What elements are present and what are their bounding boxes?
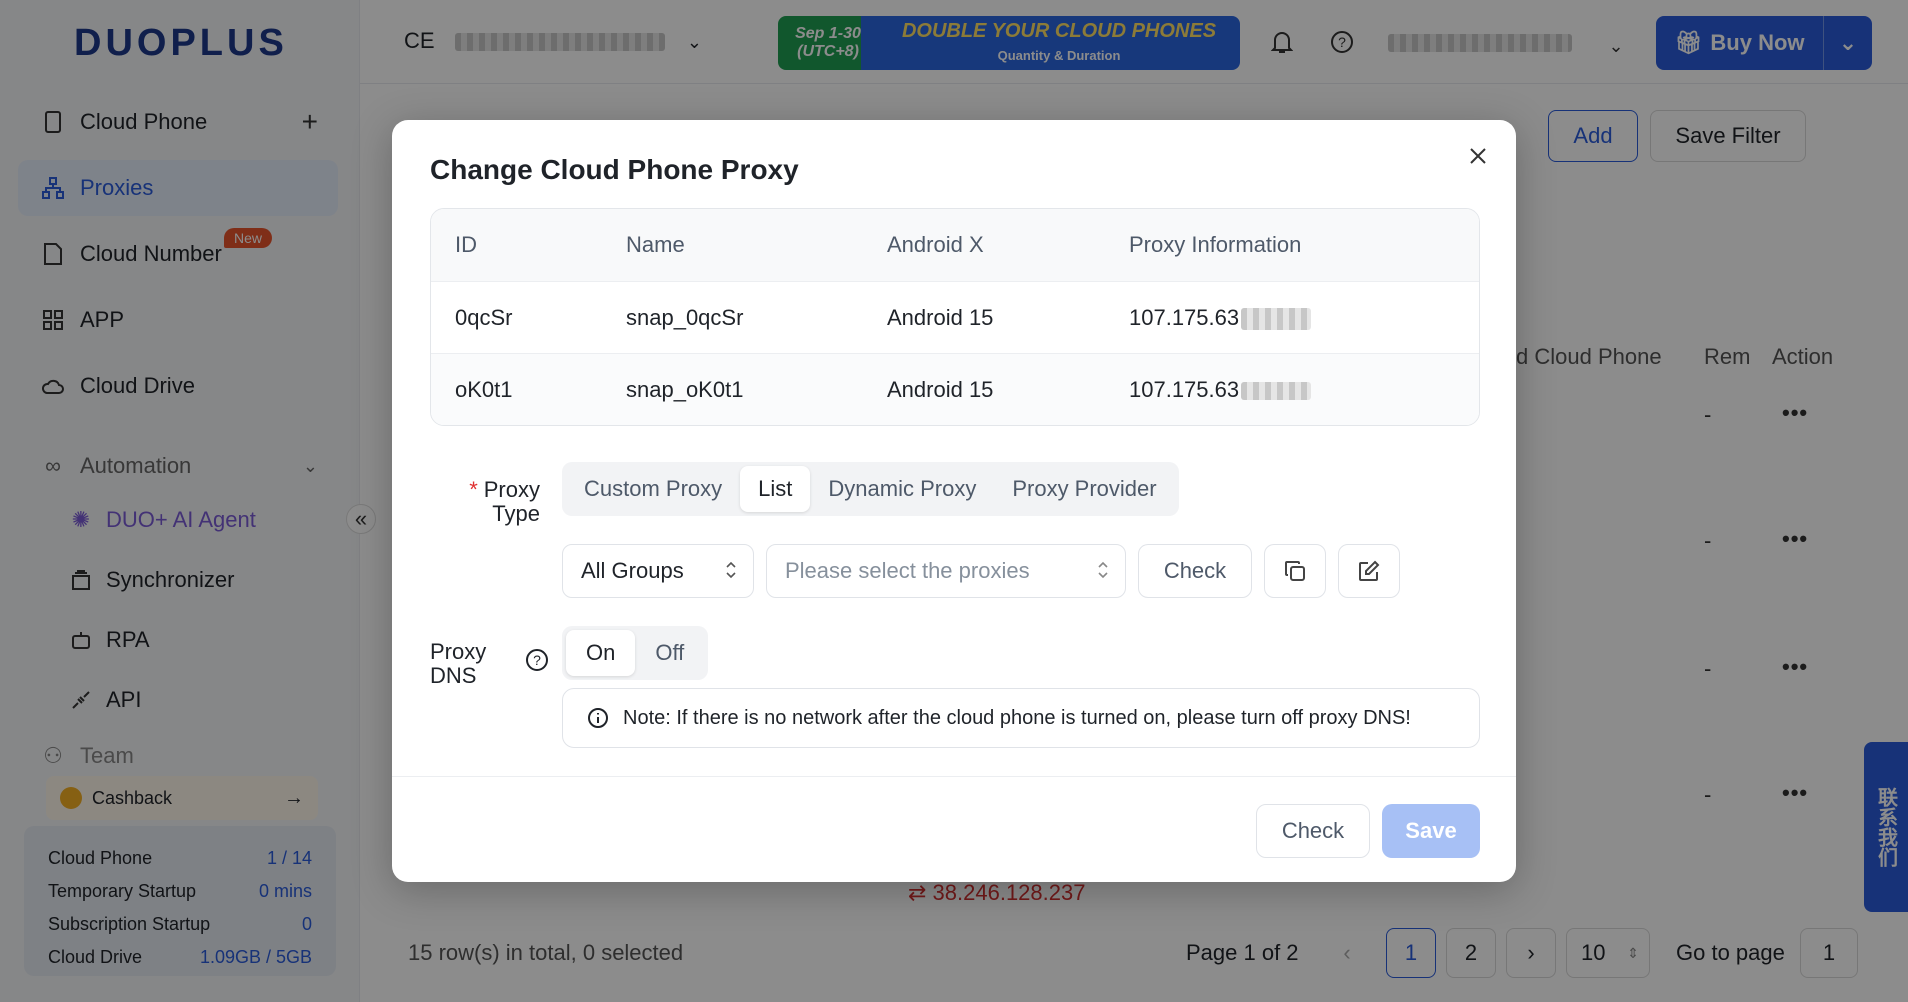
proxy-type-provider[interactable]: Proxy Provider — [994, 466, 1174, 512]
cell-android: Android 15 — [887, 376, 994, 402]
proxy-dns-toggle: On Off — [562, 626, 709, 680]
proxy-type-dynamic[interactable]: Dynamic Proxy — [810, 466, 994, 512]
proxy-type-custom[interactable]: Custom Proxy — [566, 466, 740, 512]
column-header-id: ID — [455, 232, 477, 257]
copy-icon[interactable] — [1264, 544, 1326, 598]
cell-proxy: 107.175.63 — [1129, 376, 1312, 403]
dns-note: Note: If there is no network after the c… — [562, 688, 1480, 748]
proxy-ip-redacted — [1241, 307, 1312, 330]
proxy-type-label: * Proxy Type — [452, 478, 540, 526]
up-down-icon — [725, 560, 737, 586]
label-line: Proxy — [483, 477, 540, 502]
column-header-proxy-info: Proxy Information — [1129, 232, 1302, 257]
proxy-select[interactable]: Please select the proxies — [766, 544, 1126, 598]
proxy-ip-prefix: 107.175.63 — [1129, 304, 1240, 330]
svg-text:?: ? — [533, 652, 541, 668]
proxy-ip-redacted — [1241, 381, 1312, 400]
check-label: Check — [1163, 558, 1227, 583]
column-header-android: Android X — [887, 232, 984, 257]
label-line: DNS — [430, 663, 477, 688]
cell-android: Android 15 — [887, 304, 994, 330]
footer-check-label: Check — [1281, 818, 1345, 843]
proxy-ip-prefix: 107.175.63 — [1129, 376, 1240, 402]
label-line: Proxy — [430, 639, 487, 664]
close-icon[interactable] — [1460, 138, 1496, 174]
up-down-icon — [1097, 560, 1109, 586]
table-row: 0qcSr snap_0qcSr Android 15 107.175.63 — [431, 281, 1479, 353]
label-line: Type — [492, 501, 540, 526]
table-row: oK0t1 snap_oK0t1 Android 15 107.175.63 — [431, 353, 1479, 425]
group-select[interactable]: All Groups — [562, 544, 754, 598]
save-button[interactable]: Save — [1382, 804, 1480, 858]
dialog-title: Change Cloud Phone Proxy — [430, 154, 799, 185]
edit-icon[interactable] — [1338, 544, 1400, 598]
note-text: Note: If there is no network after the c… — [623, 706, 1411, 729]
proxy-dns-label: Proxy DNS — [430, 640, 486, 688]
save-label: Save — [1405, 818, 1457, 843]
footer-divider — [392, 776, 1516, 777]
cell-id: 0qcSr — [455, 304, 513, 330]
info-icon — [587, 707, 609, 729]
check-proxy-button[interactable]: Check — [1138, 544, 1252, 598]
group-select-value: All Groups — [581, 558, 684, 583]
proxy-dns-on[interactable]: On — [566, 630, 636, 676]
help-icon[interactable]: ? — [525, 648, 549, 677]
cell-name: snap_0qcSr — [626, 304, 744, 330]
column-header-name: Name — [626, 232, 685, 257]
proxy-dns-off[interactable]: Off — [635, 630, 704, 676]
proxy-type-segmented: Custom Proxy List Dynamic Proxy Proxy Pr… — [562, 462, 1179, 516]
table-header: ID Name Android X Proxy Information — [431, 209, 1479, 281]
change-proxy-dialog: Change Cloud Phone Proxy ID Name Android… — [392, 120, 1516, 882]
cell-name: snap_oK0t1 — [626, 376, 744, 402]
required-mark: * — [469, 477, 478, 502]
proxy-select-placeholder: Please select the proxies — [785, 558, 1030, 583]
selected-phones-table: ID Name Android X Proxy Information 0qcS… — [430, 208, 1480, 426]
footer-check-button[interactable]: Check — [1256, 804, 1370, 858]
proxy-type-list[interactable]: List — [740, 466, 811, 512]
cell-id: oK0t1 — [455, 376, 513, 402]
cell-proxy: 107.175.63 — [1129, 304, 1312, 331]
